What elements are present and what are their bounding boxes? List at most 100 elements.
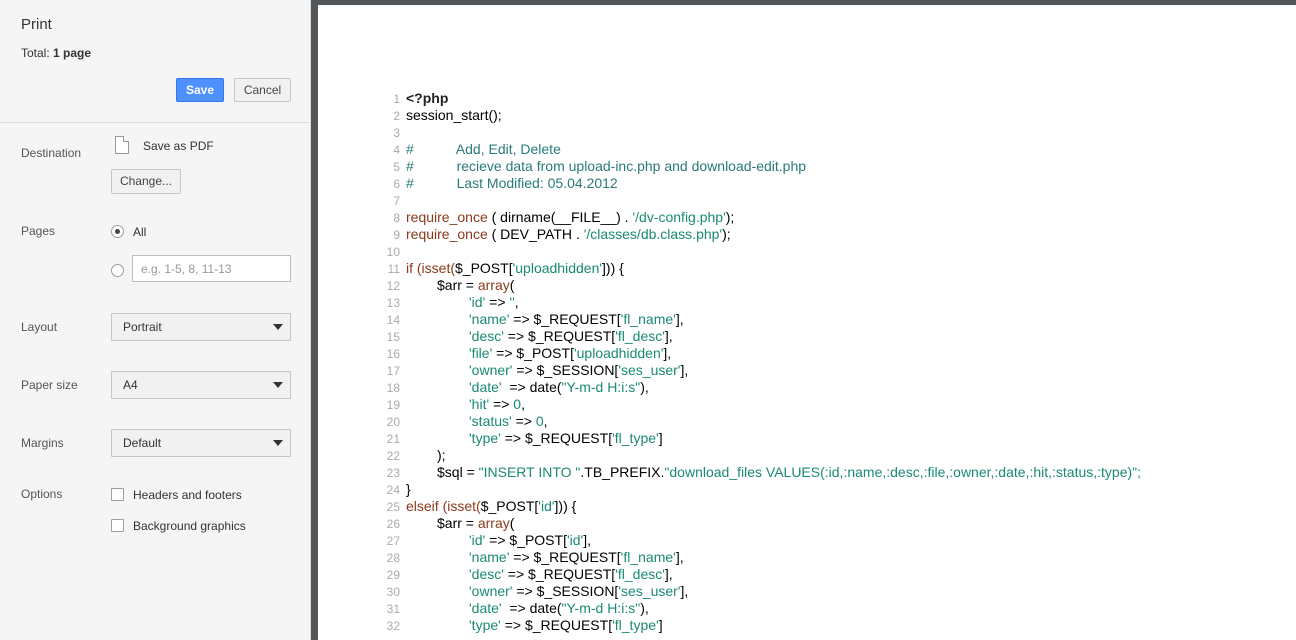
- code-segment: "Y-m-d H:i:s": [561, 379, 641, 395]
- line-number: 3: [393, 126, 400, 140]
- line-number: 1: [393, 92, 400, 106]
- line-number: 24: [386, 483, 400, 497]
- code-text: 'file' => $_POST['uploadhidden'],: [406, 345, 671, 361]
- code-segment: if (isset(: [406, 260, 455, 276]
- chevron-down-icon: [273, 440, 283, 446]
- paper-size-value: A4: [123, 378, 138, 392]
- code-segment: 'date': [469, 600, 502, 616]
- change-destination-button[interactable]: Change...: [111, 169, 181, 194]
- code-segment: 'ses_user': [618, 362, 681, 378]
- code-segment: ])) {: [602, 260, 624, 276]
- pages-range-input[interactable]: [132, 255, 291, 282]
- panel-divider: [0, 122, 311, 123]
- line-number: 10: [386, 245, 400, 259]
- line-number: 7: [393, 194, 400, 208]
- code-text: $sql = "INSERT INTO ".TB_PREFIX."downloa…: [406, 464, 1141, 480]
- save-button[interactable]: Save: [176, 78, 224, 102]
- code-segment: elseif (isset(: [406, 498, 481, 514]
- code-text: # recieve data from upload-inc.php and d…: [406, 158, 806, 174]
- destination-name: Save as PDF: [143, 139, 214, 153]
- code-line: 29 'desc' => $_REQUEST['fl_desc'],: [366, 566, 1141, 583]
- background-graphics-label: Background graphics: [133, 519, 246, 533]
- layout-select[interactable]: Portrait: [111, 313, 291, 341]
- paper-size-select[interactable]: A4: [111, 371, 291, 399]
- code-line: 14 'name' => $_REQUEST['fl_name'],: [366, 311, 1141, 328]
- code-segment: session_start();: [406, 107, 502, 123]
- code-text: 'desc' => $_REQUEST['fl_desc'],: [406, 566, 673, 582]
- line-number: 13: [386, 296, 400, 310]
- code-text: 'date' => date("Y-m-d H:i:s"),: [406, 379, 649, 395]
- code-segment: ( dirname(__FILE__) .: [487, 209, 633, 225]
- code-segment: 0: [513, 396, 522, 412]
- code-segment: => date(: [501, 600, 562, 616]
- code-text: 'type' => $_REQUEST['fl_type']: [406, 430, 663, 446]
- line-number: 20: [386, 415, 400, 429]
- pdf-file-icon: [115, 136, 129, 154]
- code-line: 21 'type' => $_REQUEST['fl_type']: [366, 430, 1141, 447]
- line-number: 15: [386, 330, 400, 344]
- code-line: 23 $sql = "INSERT INTO ".TB_PREFIX."downl…: [366, 464, 1141, 481]
- code-segment: 'status': [469, 413, 512, 429]
- code-segment: # Last Modified: 05.04.2012: [406, 175, 618, 191]
- print-settings-panel: Print Total: 1 page Save Cancel Destinat…: [0, 0, 311, 640]
- line-number: 12: [386, 279, 400, 293]
- cancel-button[interactable]: Cancel: [234, 78, 291, 102]
- code-segment: 'hit': [469, 396, 490, 412]
- code-text: }: [406, 481, 411, 497]
- code-segment: "INSERT INTO ": [478, 464, 581, 480]
- line-number: 6: [393, 177, 400, 191]
- code-segment: ]: [658, 617, 663, 633]
- pages-custom-radio[interactable]: [111, 264, 124, 277]
- code-line: 28 'name' => $_REQUEST['fl_name'],: [366, 549, 1141, 566]
- pages-all-radio[interactable]: [111, 225, 124, 238]
- code-segment: => $_REQUEST[: [503, 328, 616, 344]
- code-segment: =>: [489, 396, 514, 412]
- code-segment: 'owner': [469, 362, 513, 378]
- code-segment: (: [509, 515, 515, 531]
- code-segment: => $_REQUEST[: [503, 566, 616, 582]
- line-number: 4: [393, 143, 400, 157]
- pages-all-label: All: [133, 225, 147, 239]
- code-segment: 'fl_type': [612, 617, 659, 633]
- code-line: 16 'file' => $_POST['uploadhidden'],: [366, 345, 1141, 362]
- code-line: 12 $arr = array(: [366, 277, 1141, 294]
- code-text: 'hit' => 0,: [406, 396, 525, 412]
- code-segment: $arr =: [437, 515, 478, 531]
- code-line: 4 # Add, Edit, Delete: [366, 141, 1141, 158]
- margins-value: Default: [123, 436, 162, 450]
- code-line: 24}: [366, 481, 1141, 498]
- code-segment: );: [725, 209, 735, 225]
- code-text: 'status' => 0,: [406, 413, 548, 429]
- code-text: 'type' => $_REQUEST['fl_type']: [406, 617, 663, 633]
- code-segment: => $_REQUEST[: [509, 549, 621, 565]
- code-segment: ,: [521, 396, 525, 412]
- code-segment: 'fl_name': [620, 549, 676, 565]
- code-segment: '/classes/db.class.php': [583, 226, 723, 242]
- code-line: 22);: [366, 447, 1141, 464]
- code-segment: 'id': [538, 498, 555, 514]
- code-segment: 'fl_desc': [615, 566, 665, 582]
- layout-label: Layout: [21, 320, 58, 334]
- code-segment: ],: [675, 549, 684, 565]
- line-number: 25: [386, 500, 400, 514]
- line-number: 5: [393, 160, 400, 174]
- code-segment: );: [437, 447, 446, 463]
- code-line: 8 require_once ( dirname(__FILE__) . '/dv…: [366, 209, 1141, 226]
- line-number: 11: [387, 262, 400, 276]
- line-number: 19: [386, 398, 400, 412]
- code-text: require_once ( dirname(__FILE__) . '/dv-…: [406, 209, 734, 225]
- code-segment: # Add, Edit, Delete: [406, 141, 561, 157]
- headers-footers-checkbox[interactable]: [111, 488, 124, 501]
- background-graphics-checkbox[interactable]: [111, 519, 124, 532]
- margins-select[interactable]: Default: [111, 429, 291, 457]
- code-text: 'name' => $_REQUEST['fl_name'],: [406, 549, 684, 565]
- code-segment: ],: [663, 345, 672, 361]
- code-segment: require_once: [406, 209, 488, 225]
- line-number: 31: [386, 602, 400, 616]
- code-segment: $sql =: [437, 464, 479, 480]
- code-line: 1 <?php: [366, 90, 1141, 107]
- margins-label: Margins: [21, 436, 64, 450]
- code-text: elseif (isset($_POST['id'])) {: [406, 498, 576, 514]
- code-segment: 'date': [469, 379, 502, 395]
- code-segment: ( DEV_PATH .: [487, 226, 584, 242]
